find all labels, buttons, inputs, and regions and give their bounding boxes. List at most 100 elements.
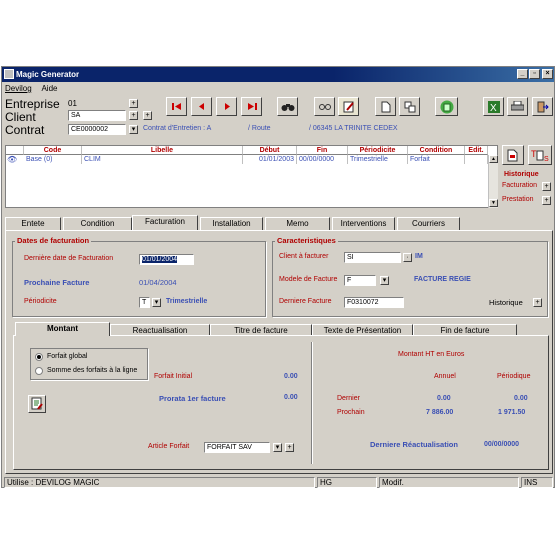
eye-icon: 👁 — [7, 155, 18, 164]
grid-header-fin[interactable]: Fin — [297, 146, 348, 155]
lines-grid: Code Libelle Début Fin Périodicite Condi… — [5, 145, 498, 208]
periodicite-field[interactable]: T — [139, 297, 150, 308]
minimize-button[interactable]: _ — [517, 69, 528, 79]
tab-entete[interactable]: Entete — [5, 217, 61, 230]
prorata-value: 0.00 — [284, 394, 298, 401]
radio-somme-forfaits[interactable] — [35, 367, 43, 375]
article-forfait-plus[interactable]: + — [285, 443, 294, 452]
menu-devilog[interactable]: Devilog — [5, 84, 32, 93]
dates-group-title: Dates de facturation — [15, 236, 92, 245]
grid-cell-code[interactable]: Base (0) — [24, 155, 82, 164]
periodicite-dropdown[interactable]: ▾ — [152, 298, 161, 307]
derniere-date-field[interactable]: 01/01/2004 — [139, 254, 194, 265]
montant-ht-title: Montant HT en Euros — [398, 351, 465, 358]
edit-button[interactable] — [338, 97, 359, 116]
historique-prestation-button[interactable]: + — [542, 196, 551, 205]
article-forfait-field[interactable]: FORFAIT SAV — [204, 442, 270, 453]
forfait-initial-label: Forfait Initial — [154, 373, 193, 380]
grid-header-condition[interactable]: Condition — [408, 146, 465, 155]
tab-installation[interactable]: Installation — [200, 217, 263, 230]
modele-facture-dropdown[interactable]: ▾ — [380, 276, 389, 285]
print-button[interactable] — [507, 97, 528, 116]
tab-memo[interactable]: Memo — [265, 217, 330, 230]
glasses-view-button[interactable] — [314, 97, 335, 116]
copy-button[interactable] — [399, 97, 420, 116]
client-facturer-field[interactable]: SI — [344, 252, 401, 263]
article-forfait-dropdown[interactable]: ▾ — [273, 443, 282, 452]
close-button[interactable]: × — [542, 69, 553, 79]
derniere-facture-field[interactable]: F0310072 — [344, 297, 404, 308]
client-plus-button[interactable]: + — [129, 111, 138, 120]
historique-button[interactable]: + — [533, 298, 542, 307]
contrat-dropdown-button[interactable]: ▾ — [129, 125, 138, 134]
derniere-facture-label: Derniere Facture — [279, 298, 332, 305]
client-field[interactable]: SA — [68, 110, 126, 121]
facturation-panel: Dates de facturation Dernière date de Fa… — [5, 230, 553, 474]
grid-scrollbar[interactable]: ▲ ▼ — [488, 155, 498, 208]
grid-cell-fin[interactable]: 00/00/0000 — [297, 155, 348, 164]
historique-title: Historique — [504, 171, 539, 178]
historique-facturation-button[interactable]: + — [542, 182, 551, 191]
client-facturer-suffix: IM — [415, 253, 423, 260]
toolbar: X — [166, 97, 555, 117]
document-red-button[interactable] — [502, 145, 524, 165]
tab-facturation[interactable]: Facturation — [132, 215, 198, 230]
forfait-initial-value: 0.00 — [284, 373, 298, 380]
montant-panel: Forfait global Somme des forfaits à la l… — [13, 335, 549, 470]
entreprise-label: Entreprise — [5, 97, 60, 111]
tab-condition[interactable]: Condition — [63, 217, 132, 230]
documents-ts-button[interactable]: TS — [528, 145, 552, 165]
scroll-up-arrow[interactable]: ▲ — [489, 155, 498, 163]
grid-header-edit[interactable]: Edit. — [465, 146, 488, 155]
app-window: Magic Generator _ ▫ × Devilog Aide Entre… — [1, 66, 555, 488]
maximize-button[interactable]: ▫ — [529, 69, 540, 79]
entreprise-plus-button[interactable]: + — [129, 99, 138, 108]
grid-cell-edit[interactable] — [465, 155, 488, 164]
subtab-montant[interactable]: Montant — [15, 322, 110, 336]
grid-cell-libelle[interactable]: CLIM — [82, 155, 243, 164]
first-record-button[interactable] — [166, 97, 187, 116]
excel-export-button[interactable]: X — [483, 97, 504, 116]
last-record-button[interactable] — [241, 97, 262, 116]
modele-facture-label: Modele de Facture — [279, 276, 338, 283]
binoculars-search-button[interactable] — [277, 97, 298, 116]
new-document-button[interactable] — [375, 97, 396, 116]
svg-text:X: X — [490, 103, 497, 113]
grid-header-selector — [6, 146, 24, 155]
prochaine-facture-label: Prochaine Facture — [24, 278, 90, 287]
radio-forfait-global[interactable] — [35, 353, 43, 361]
next-record-button[interactable] — [216, 97, 237, 116]
previous-record-button[interactable] — [191, 97, 212, 116]
trash-button[interactable] — [435, 97, 458, 116]
menu-aide[interactable]: Aide — [41, 84, 57, 93]
grid-cell-debut[interactable]: 01/01/2003 — [243, 155, 297, 164]
client-facturer-button[interactable]: · — [403, 253, 412, 262]
col-annuel-label: Annuel — [434, 373, 456, 380]
historique-facturation-label: Facturation — [502, 182, 538, 189]
article-forfait-label: Article Forfait — [148, 443, 190, 450]
scroll-down-arrow[interactable]: ▼ — [489, 199, 498, 207]
grid-cell-periodicite[interactable]: Trimestrielle — [348, 155, 408, 164]
menu-bar: Devilog Aide — [2, 83, 554, 94]
grid-header-debut[interactable]: Début — [243, 146, 297, 155]
grid-cell-condition[interactable]: Forfait — [408, 155, 465, 164]
client-search-button[interactable]: + — [143, 111, 152, 120]
client-facturer-label: Client à facturer — [279, 253, 329, 260]
document-edit-icon[interactable] — [28, 395, 46, 413]
grid-header-periodicite[interactable]: Périodicite — [348, 146, 408, 155]
col-periodique-label: Périodique — [497, 373, 531, 380]
tab-interventions[interactable]: Interventions — [332, 217, 395, 230]
status-modif: Modif. — [379, 477, 519, 488]
grid-header-code[interactable]: Code — [24, 146, 82, 155]
grid-header-libelle[interactable]: Libelle — [82, 146, 243, 155]
dernier-periodique-value: 0.00 — [514, 395, 528, 402]
contrat-field[interactable]: CE0000002 — [68, 124, 126, 135]
caracteristiques-group-title: Caracteristiques — [275, 236, 338, 245]
historique-label: Historique — [489, 298, 523, 307]
app-icon — [4, 69, 14, 79]
tab-courriers[interactable]: Courriers — [397, 217, 460, 230]
modele-facture-desc: FACTURE REGIE — [414, 276, 471, 283]
modele-facture-field[interactable]: F — [344, 275, 376, 286]
dernier-annuel-value: 0.00 — [437, 395, 451, 402]
exit-button[interactable] — [532, 97, 553, 116]
